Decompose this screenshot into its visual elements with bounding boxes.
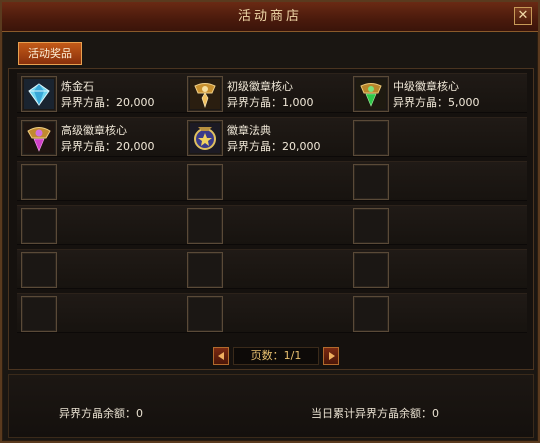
item-grid-panel: 炼金石 异界方晶：20,000 初级徽章核心 异界方晶：1,000 中级徽章核心… xyxy=(8,68,534,370)
empty-slot[interactable] xyxy=(187,164,223,200)
item-name: 炼金石 xyxy=(61,80,94,93)
item-slot[interactable] xyxy=(21,76,57,112)
empty-slot[interactable] xyxy=(187,296,223,332)
emblem-core-gold-icon xyxy=(190,79,220,109)
item-name: 徽章法典 xyxy=(227,124,271,137)
emblem-core-purple-icon xyxy=(24,123,54,153)
grid-row: 炼金石 异界方晶：20,000 初级徽章核心 异界方晶：1,000 中级徽章核心… xyxy=(17,73,527,113)
empty-slot[interactable] xyxy=(21,252,57,288)
chevron-left-icon xyxy=(218,352,224,360)
daily-crystal-total: 当日累计异界方晶余额：0 xyxy=(311,407,439,420)
pagination: 页数：1/1 xyxy=(213,347,339,365)
item-price: 异界方晶：20,000 xyxy=(227,140,321,153)
empty-slot[interactable] xyxy=(21,296,57,332)
diamond-icon xyxy=(24,79,54,109)
grid-row xyxy=(17,161,527,201)
close-button[interactable]: ✕ xyxy=(514,7,532,25)
empty-slot[interactable] xyxy=(353,208,389,244)
empty-slot[interactable] xyxy=(187,208,223,244)
title-bar[interactable]: 活动商店 ✕ xyxy=(2,2,538,32)
empty-slot[interactable] xyxy=(21,164,57,200)
empty-slot[interactable] xyxy=(21,208,57,244)
item-slot[interactable] xyxy=(187,120,223,156)
item-price: 异界方晶：1,000 xyxy=(227,96,314,109)
empty-slot[interactable] xyxy=(353,120,389,156)
item-slot[interactable] xyxy=(21,120,57,156)
page-indicator: 页数：1/1 xyxy=(233,347,319,365)
item-price: 异界方晶：5,000 xyxy=(393,96,480,109)
item-name: 中级徽章核心 xyxy=(393,80,459,93)
empty-slot[interactable] xyxy=(187,252,223,288)
chevron-right-icon xyxy=(329,352,335,360)
empty-slot[interactable] xyxy=(353,252,389,288)
item-name: 高级徽章核心 xyxy=(61,124,127,137)
item-slot[interactable] xyxy=(187,76,223,112)
empty-slot[interactable] xyxy=(353,164,389,200)
next-page-button[interactable] xyxy=(323,347,339,365)
grid-row: 高级徽章核心 异界方晶：20,000 徽章法典 异界方晶：20,000 xyxy=(17,117,527,157)
balance-footer: 异界方晶余额：0 当日累计异界方晶余额：0 xyxy=(8,374,534,438)
item-name: 初级徽章核心 xyxy=(227,80,293,93)
tab-event-rewards[interactable]: 活动奖品 xyxy=(18,42,82,65)
crystal-balance: 异界方晶余额：0 xyxy=(59,407,143,420)
item-slot[interactable] xyxy=(353,76,389,112)
grid-row xyxy=(17,249,527,289)
window-title: 活动商店 xyxy=(237,9,302,24)
prev-page-button[interactable] xyxy=(213,347,229,365)
item-price: 异界方晶：20,000 xyxy=(61,96,155,109)
shop-window: 活动商店 ✕ 活动奖品 炼金石 异界方晶：20,000 初级徽章核心 异界方晶：… xyxy=(0,0,540,443)
empty-slot[interactable] xyxy=(353,296,389,332)
emblem-core-green-icon xyxy=(356,79,386,109)
grid-row xyxy=(17,293,527,333)
item-price: 异界方晶：20,000 xyxy=(61,140,155,153)
grid-row xyxy=(17,205,527,245)
emblem-codex-icon xyxy=(190,123,220,153)
